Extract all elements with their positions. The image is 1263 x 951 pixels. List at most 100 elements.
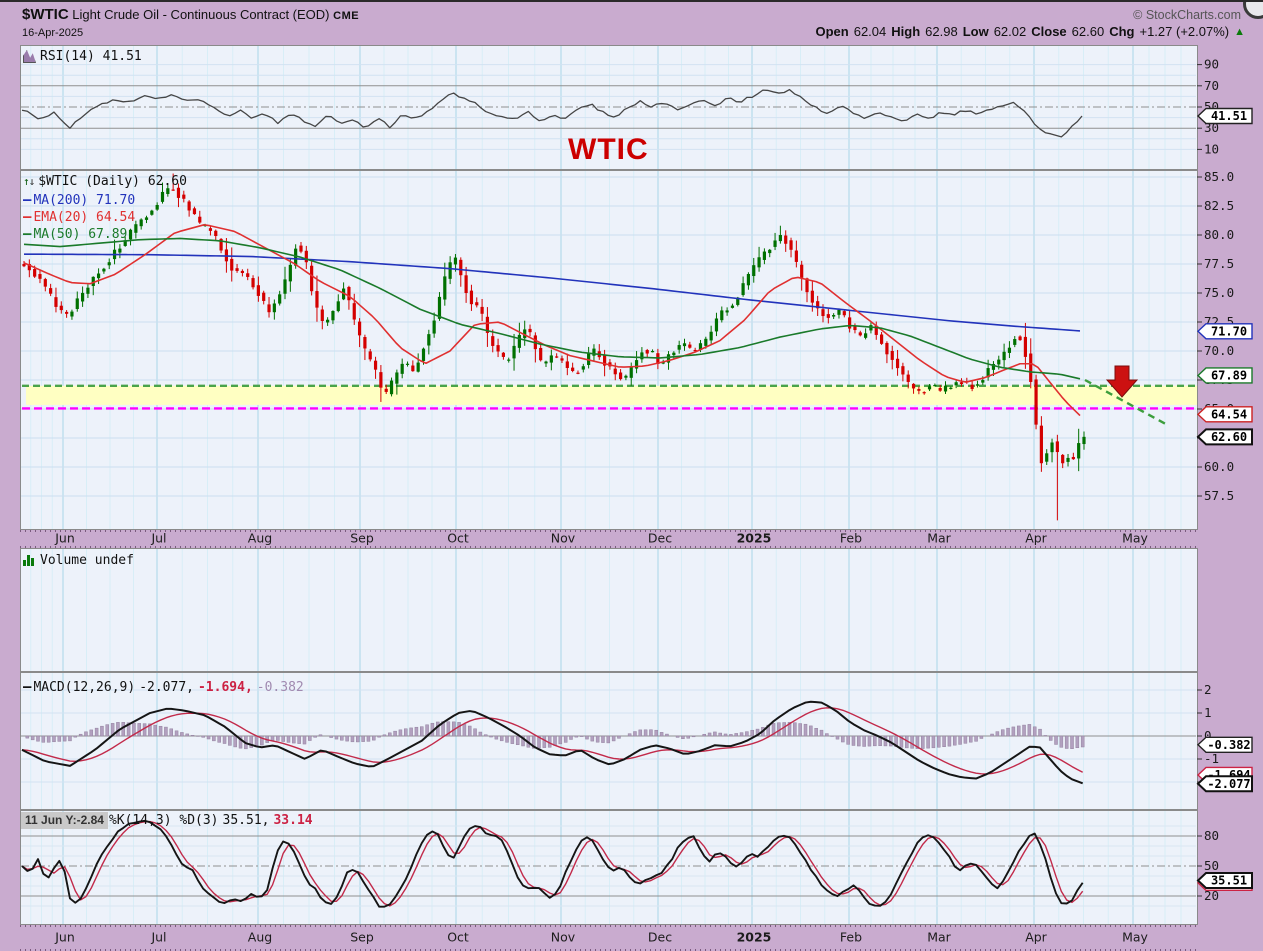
macd-histogram-bar [169, 728, 173, 737]
candle [645, 350, 649, 354]
macd-histogram-bar [1011, 726, 1016, 737]
candle [176, 187, 181, 198]
candle [922, 392, 926, 394]
month-label: Jul [150, 531, 166, 546]
candle [22, 264, 26, 267]
macd-histogram-bar [990, 733, 994, 737]
candle [128, 229, 133, 240]
candle [54, 297, 58, 307]
candle [1061, 454, 1065, 464]
candle [320, 309, 324, 321]
macd-histogram-bar [910, 735, 914, 749]
ma200-legend: — MA(200) 71.70 [23, 192, 135, 208]
candle [1055, 441, 1059, 453]
candle [299, 245, 303, 252]
candle [938, 388, 942, 391]
candle [848, 317, 852, 329]
rsi-axis-label: 70 [1204, 78, 1219, 93]
ema20-label: EMA(20) 64.54 [33, 209, 136, 225]
macd-histogram-bar [627, 733, 632, 737]
macd-histogram-bar [388, 732, 392, 737]
candle [459, 259, 463, 276]
candle [235, 268, 239, 271]
candle [491, 336, 495, 346]
macd-histogram-bar [73, 735, 78, 738]
candle [885, 342, 889, 355]
candle [911, 383, 916, 389]
candle [650, 351, 655, 353]
candle [331, 310, 335, 321]
macd-histogram-bar [377, 735, 381, 738]
candle [139, 219, 143, 227]
candle [278, 294, 282, 304]
macd-histogram-bar [222, 735, 227, 744]
macd-histogram-bar [968, 735, 973, 743]
candle [618, 372, 623, 380]
candle [576, 372, 580, 374]
price-axis-label: 82.5 [1204, 198, 1234, 213]
macd-histogram-bar [1027, 724, 1032, 737]
month-label: Sep [350, 930, 374, 945]
macd-histogram-bar [1006, 727, 1010, 737]
macd-histogram-bar [835, 735, 840, 740]
candle [789, 240, 793, 250]
price-axis-label: 85.0 [1204, 169, 1234, 184]
ma200-label: MA(200) 71.70 [33, 192, 136, 208]
macd-histogram-bar [931, 735, 936, 749]
macd-histogram-bar [393, 730, 397, 737]
macd-histogram-bar [515, 735, 520, 745]
macd-histogram-bar [30, 735, 35, 741]
stoch-value-tag-text: 35.51 [1211, 873, 1247, 887]
candle [895, 358, 900, 369]
candle [315, 291, 319, 308]
macd-histogram-bar [750, 729, 754, 737]
candle [672, 352, 676, 356]
price-value-tag-text: 71.70 [1211, 324, 1247, 338]
candle [1066, 457, 1070, 462]
ema20-legend: — EMA(20) 64.54 [23, 209, 135, 225]
macd-histogram-bar [702, 733, 706, 737]
macd-histogram-bar [473, 728, 477, 737]
ema20-line-icon: — [23, 209, 32, 225]
updown-arrows-icon: ↑↓ [23, 175, 35, 188]
candle [587, 352, 591, 365]
macd-histogram-bar [553, 735, 557, 746]
candle [336, 301, 340, 312]
candle [1034, 379, 1038, 425]
macd-histogram-bar [137, 723, 142, 737]
open-label: Open [815, 24, 849, 39]
macd-histogram-bar [947, 735, 952, 747]
candle [933, 384, 937, 387]
rsi-axis-label: 10 [1204, 141, 1219, 156]
candle [405, 363, 410, 365]
macd-histogram-bar [212, 735, 216, 742]
macd-histogram-bar [979, 735, 984, 739]
candle [959, 382, 964, 385]
candle [453, 257, 458, 265]
macd-histogram-bar [201, 735, 205, 738]
rsi-axis-label: 90 [1204, 57, 1219, 72]
macd-histogram-bar [270, 735, 275, 741]
candle [784, 235, 788, 244]
candle [70, 311, 74, 317]
up-arrow-icon: ▲ [1234, 25, 1245, 38]
macd-histogram-bar [292, 735, 296, 744]
macd-histogram-bar [1032, 726, 1037, 737]
candle [954, 382, 958, 386]
ma50-line-icon: — [23, 226, 32, 242]
price-axis-label: 75.0 [1204, 285, 1234, 300]
month-label: Dec [648, 930, 672, 945]
macd-histogram-bar [489, 735, 493, 738]
candle [943, 385, 948, 392]
candle [49, 288, 53, 294]
candle [288, 264, 292, 282]
open-value: 62.04 [853, 24, 887, 39]
candle [118, 248, 122, 253]
candle [411, 365, 415, 372]
macd-histogram-bar [510, 735, 515, 744]
yellow-support-zone [26, 385, 1197, 405]
macd-axis-label: 1 [1204, 705, 1212, 720]
macd-histogram-bar [142, 723, 147, 737]
macd-histogram-bar [633, 731, 637, 737]
candle [1082, 436, 1086, 445]
